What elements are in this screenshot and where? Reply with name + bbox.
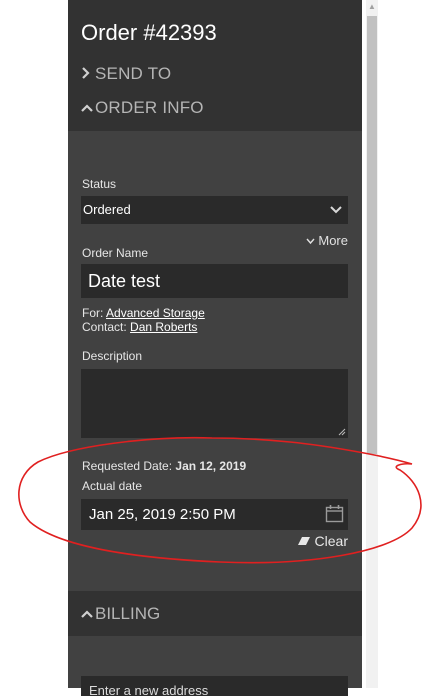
customer-link[interactable]: Advanced Storage	[106, 306, 205, 320]
requested-date-label: Requested Date:	[82, 459, 173, 473]
chevron-up-icon	[81, 98, 95, 118]
actual-date-value: Jan 25, 2019 2:50 PM	[89, 506, 236, 523]
eraser-icon	[297, 533, 315, 549]
actual-date-label: Actual date	[82, 479, 143, 493]
send-to-label: SEND TO	[95, 64, 172, 83]
send-to-toggle[interactable]: SEND TO	[81, 64, 171, 84]
billing-section-header[interactable]: BILLING	[68, 591, 362, 636]
order-name-input[interactable]: Date test	[81, 264, 348, 298]
for-label: For:	[82, 306, 104, 320]
calendar-icon[interactable]	[325, 504, 344, 527]
scroll-up-arrow-icon[interactable]: ▲	[368, 2, 376, 11]
chevron-down-icon	[330, 203, 342, 218]
more-label: More	[318, 233, 348, 248]
status-select[interactable]: Ordered	[81, 196, 348, 224]
order-info-toggle[interactable]: ORDER INFO	[81, 98, 204, 118]
vertical-scrollbar[interactable]: ▲	[366, 0, 378, 688]
order-header: Order #42393 SEND TO ORDER INFO	[68, 0, 362, 131]
scrollbar-thumb[interactable]	[367, 16, 377, 454]
order-panel: Order #42393 SEND TO ORDER INFO Status O…	[68, 0, 362, 696]
chevron-right-icon	[81, 64, 95, 84]
order-info-label: ORDER INFO	[95, 98, 204, 117]
actual-date-input[interactable]: Jan 25, 2019 2:50 PM	[81, 499, 348, 530]
contact-label: Contact:	[82, 320, 127, 334]
clear-date-button[interactable]: Clear	[297, 533, 348, 549]
chevron-up-icon	[81, 604, 95, 624]
more-link[interactable]: More	[306, 233, 348, 248]
requested-date-value: Jan 12, 2019	[175, 459, 247, 473]
description-textarea[interactable]	[81, 369, 348, 438]
status-label: Status	[82, 177, 117, 191]
status-value: Ordered	[83, 202, 131, 217]
resize-handle-icon[interactable]	[338, 428, 346, 436]
clear-label: Clear	[314, 533, 348, 549]
address-placeholder: Enter a new address	[89, 683, 209, 696]
billing-toggle: BILLING	[81, 604, 160, 624]
address-input[interactable]: Enter a new address	[81, 676, 348, 696]
order-name-label: Order Name	[82, 246, 149, 260]
contact-line: Contact: Dan Roberts	[82, 321, 197, 333]
billing-label: BILLING	[95, 604, 161, 623]
description-label: Description	[82, 349, 143, 363]
chevron-down-icon	[306, 233, 319, 248]
order-title: Order #42393	[81, 20, 217, 45]
for-line: For: Advanced Storage	[82, 307, 205, 319]
order-name-value: Date test	[88, 271, 161, 291]
requested-date-line: Requested Date: Jan 12, 2019	[82, 459, 246, 473]
contact-link[interactable]: Dan Roberts	[130, 320, 197, 334]
